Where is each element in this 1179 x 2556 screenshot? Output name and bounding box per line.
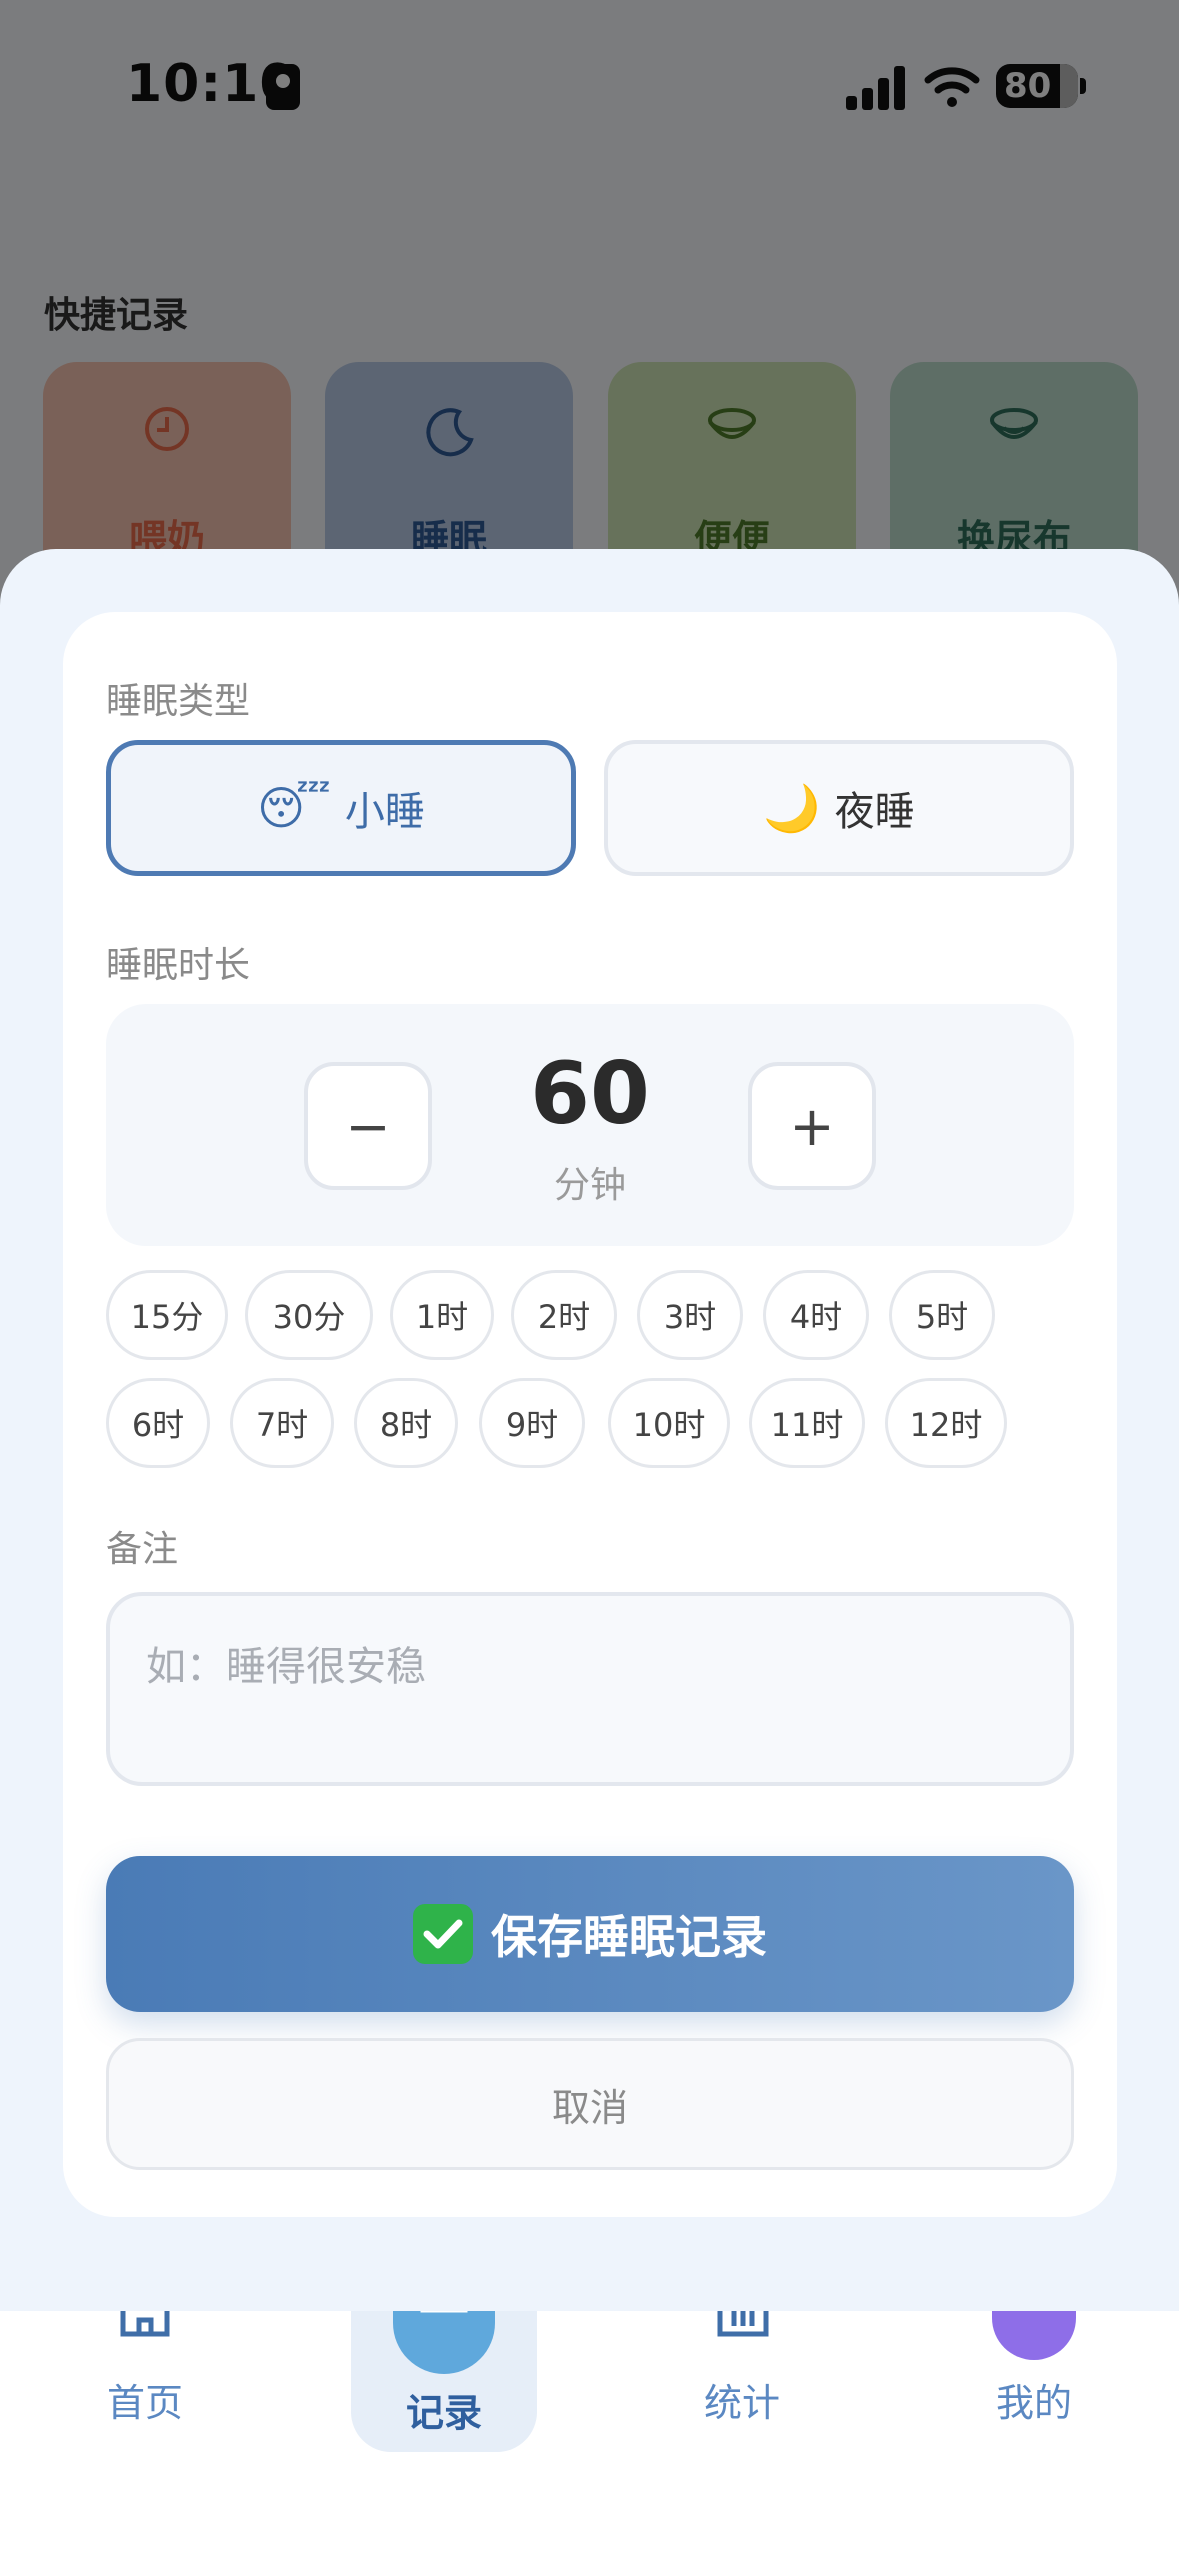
sleeping-face-icon: 😴 bbox=[257, 781, 331, 835]
tab-record-label: 记录 bbox=[405, 2391, 482, 2435]
save-sleep-record-button[interactable]: 保存睡眠记录 bbox=[106, 1856, 1074, 2012]
preset-chip[interactable]: 10时 bbox=[608, 1378, 730, 1468]
sleep-record-sheet: 睡眠类型 😴 小睡 🌙 夜睡 睡眠时长 − 60 分钟 + 15分 30分 1时… bbox=[0, 549, 1179, 2311]
sleep-type-night-label: 夜睡 bbox=[834, 789, 915, 835]
sleep-form-card: 睡眠类型 😴 小睡 🌙 夜睡 睡眠时长 − 60 分钟 + 15分 30分 1时… bbox=[63, 612, 1117, 2217]
duration-stepper: − 60 分钟 + bbox=[106, 1004, 1074, 1246]
preset-chip[interactable]: 12时 bbox=[885, 1378, 1007, 1468]
tab-stats[interactable]: 统计 bbox=[642, 2300, 842, 2510]
duration-unit: 分钟 bbox=[553, 1165, 626, 1206]
preset-chip[interactable]: 11时 bbox=[749, 1378, 865, 1468]
preset-chip[interactable]: 6时 bbox=[106, 1378, 210, 1468]
preset-chip[interactable]: 2时 bbox=[511, 1270, 617, 1360]
avatar bbox=[992, 2310, 1076, 2360]
sleep-type-night-button[interactable]: 🌙 夜睡 bbox=[604, 740, 1074, 876]
sleep-type-nap-label: 小睡 bbox=[344, 789, 425, 835]
preset-chip[interactable]: 5时 bbox=[889, 1270, 995, 1360]
preset-chip[interactable]: 4时 bbox=[763, 1270, 869, 1360]
tab-profile[interactable]: 我的 bbox=[934, 2310, 1134, 2510]
sleep-duration-label: 睡眠时长 bbox=[106, 945, 251, 986]
preset-chip[interactable]: 15分 bbox=[106, 1270, 228, 1360]
bottom-tab-bar: 首页 记录 统计 我的 bbox=[0, 2280, 1179, 2556]
sleep-type-label: 睡眠类型 bbox=[106, 681, 251, 722]
check-mark-icon bbox=[413, 1904, 473, 1964]
tab-profile-label: 我的 bbox=[995, 2381, 1072, 2425]
preset-chip[interactable]: 9时 bbox=[479, 1378, 585, 1468]
preset-chip[interactable]: 30分 bbox=[245, 1270, 373, 1360]
crescent-moon-icon: 🌙 bbox=[763, 780, 821, 835]
save-button-label: 保存睡眠记录 bbox=[491, 1910, 767, 1964]
note-label: 备注 bbox=[106, 1529, 179, 1570]
preset-chip[interactable]: 3时 bbox=[637, 1270, 743, 1360]
tab-stats-label: 统计 bbox=[703, 2381, 780, 2425]
preset-chip[interactable]: 8时 bbox=[354, 1378, 458, 1468]
tab-home[interactable]: 首页 bbox=[45, 2300, 245, 2510]
tab-record[interactable]: 记录 bbox=[344, 2280, 544, 2510]
preset-chip[interactable]: 1时 bbox=[390, 1270, 494, 1360]
sleep-type-nap-button[interactable]: 😴 小睡 bbox=[106, 740, 576, 876]
preset-chip[interactable]: 7时 bbox=[230, 1378, 334, 1468]
note-input[interactable] bbox=[106, 1592, 1074, 1786]
duration-value: 60 bbox=[530, 1044, 650, 1144]
tab-home-label: 首页 bbox=[106, 2381, 183, 2425]
cancel-button[interactable]: 取消 bbox=[106, 2038, 1074, 2170]
duration-increase-button[interactable]: + bbox=[748, 1062, 876, 1190]
